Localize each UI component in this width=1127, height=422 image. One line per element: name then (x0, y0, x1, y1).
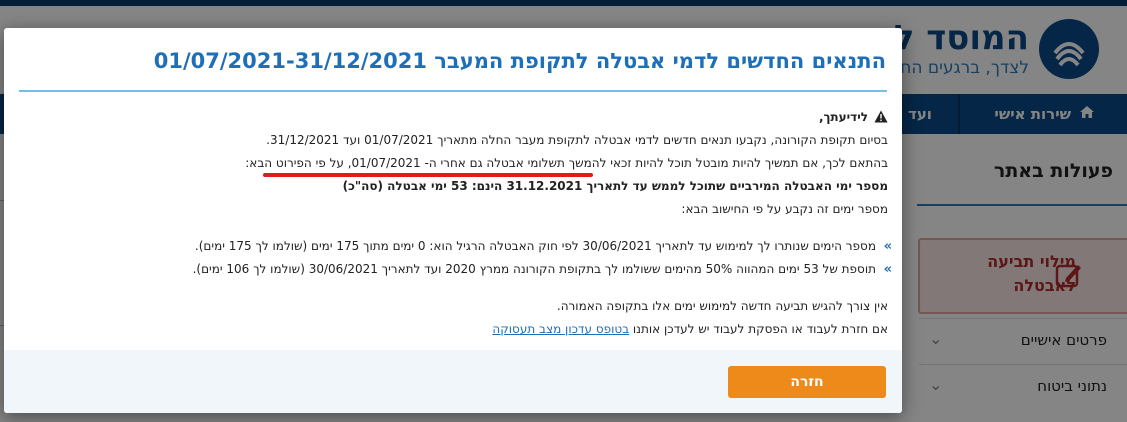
bullet-icon: » (883, 239, 892, 254)
employment-status-form-link[interactable]: בטופס עדכון מצב תעסוקה (492, 322, 629, 336)
no-new-claim-line: אין צורך להגיש תביעה חדשה למימוש ימים אל… (556, 299, 888, 313)
calculation-intro: מספר ימים זה נקבע על פי החישוב הבא: (681, 202, 888, 216)
red-highlight-underline (263, 173, 593, 177)
unemployment-conditions-dialog: התנאים החדשים לדמי אבטלה לתקופת המעבר 01… (4, 28, 902, 413)
paragraph-transition-period: בסיום תקופת הקורונה, נקבעו תנאים חדשים ל… (266, 133, 888, 147)
dialog-title: התנאים החדשים לדמי אבטלה לתקופת המעבר 01… (153, 49, 886, 73)
eligibility-text-start: בהתאם לכך, אם תמשיך להיות מובטל תוכל להי… (420, 156, 888, 170)
list-item: » מספר הימים שנותרו לך למימוש עד לתאריך … (18, 235, 892, 258)
back-button[interactable]: חזרה (728, 366, 886, 398)
list-item-text: תוספת של 53 ימים המהווה 50% מהימים ששולמ… (192, 262, 876, 276)
max-days-line: מספר ימי האבטלה המירביים שתוכל לממש עד ל… (342, 179, 888, 193)
list-item: » תוספת של 53 ימים המהווה 50% מהימים ששו… (18, 258, 892, 281)
employment-update-line: אם חזרת לעבוד או הפסקת לעבוד יש לעדכן או… (18, 318, 888, 341)
dialog-body: לידיעתך, בסיום תקופת הקורונה, נקבעו תנאי… (18, 106, 892, 341)
title-divider (19, 90, 887, 92)
eligibility-text-end: , על פי הפירוט הבא: (245, 156, 352, 170)
paragraph-eligibility: בהתאם לכך, אם תמשיך להיות מובטל תוכל להי… (18, 152, 888, 177)
bullet-icon: » (883, 262, 892, 277)
employment-update-text: אם חזרת לעבוד או הפסקת לעבוד יש לעדכן או… (629, 322, 888, 336)
warning-icon (874, 108, 888, 131)
list-item-text: מספר הימים שנותרו לך למימוש עד לתאריך 30… (194, 239, 876, 253)
notice-label: לידיעתך, (818, 110, 868, 124)
dialog-footer: חזרה (4, 350, 902, 413)
notice-heading: לידיעתך, (18, 106, 888, 129)
eligibility-date: 01/07/2021 (351, 156, 421, 170)
